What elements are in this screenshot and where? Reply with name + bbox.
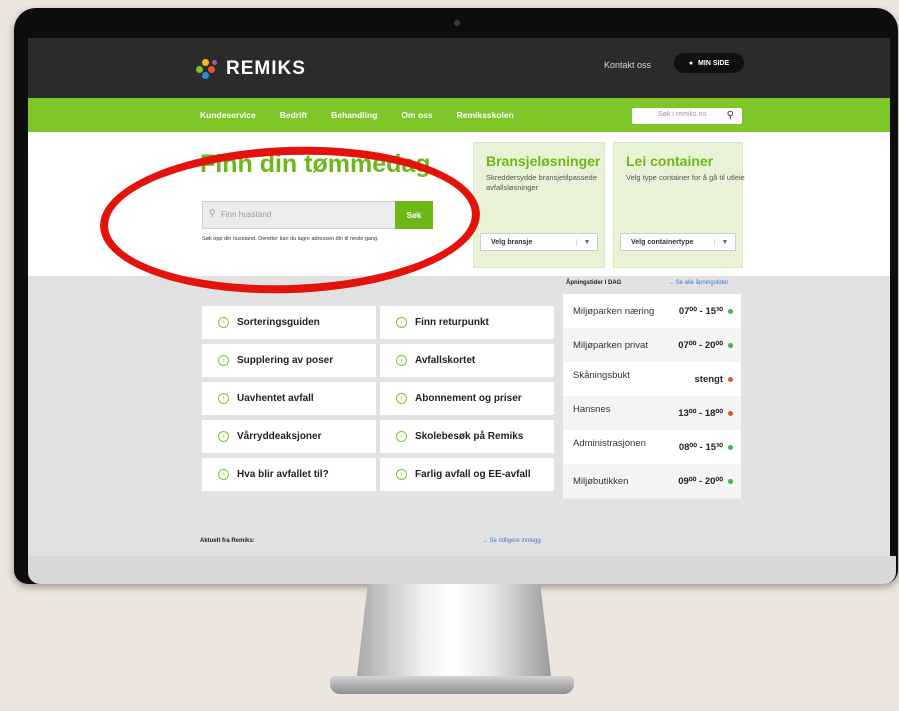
industry-select[interactable]: Velg bransje ▼ — [480, 233, 598, 251]
logo-text: REMIKS — [226, 58, 306, 79]
tile-label: Abonnement og priser — [415, 393, 522, 404]
contact-link[interactable]: Kontakt oss — [604, 60, 651, 70]
older-posts-link[interactable]: → Se tidligere innlegg — [482, 538, 541, 544]
tile-label: Skolebesøk på Remiks — [415, 431, 524, 442]
tile-label: Avfallskortet — [415, 355, 476, 366]
main-content: › Sorteringsguiden › Supplering av poser… — [28, 276, 890, 556]
link-tile[interactable]: › Sorteringsguiden — [202, 306, 376, 339]
tile-label: Farlig avfall og EE-avfall — [415, 469, 531, 480]
location-name: Miljøparken næring — [573, 306, 655, 317]
browser-screen: REMIKS Kontakt oss ● MIN SIDE Kundeservi… — [28, 38, 890, 556]
nav-item-bedrift[interactable]: Bedrift — [280, 110, 307, 120]
location-name: Hansnes — [573, 404, 611, 415]
site-logo[interactable]: REMIKS — [196, 58, 306, 80]
monitor-frame: REMIKS Kontakt oss ● MIN SIDE Kundeservi… — [14, 8, 898, 584]
arrow-circle-icon: › — [396, 355, 407, 366]
tile-label: Vårryddeaksjoner — [237, 431, 322, 442]
opening-time: 07⁰⁰ - 20⁰⁰ — [678, 340, 723, 351]
logo-icon — [196, 58, 220, 80]
card-title: Lei container — [626, 153, 714, 169]
tile-label: Hva blir avfallet til? — [237, 469, 329, 480]
link-tile[interactable]: › Farlig avfall og EE-avfall — [380, 458, 554, 491]
hours-row: Hansnes 13⁰⁰ - 18⁰⁰ — [563, 396, 741, 431]
location-name: Skåningsbukt — [573, 370, 631, 381]
arrow-circle-icon: › — [218, 317, 229, 328]
news-title: Aktuelt fra Remiks: — [200, 538, 255, 544]
container-type-select[interactable]: Velg containertype ▼ — [620, 233, 736, 251]
link-tile[interactable]: › Finn returpunkt — [380, 306, 554, 339]
link-tile[interactable]: › Skolebesøk på Remiks — [380, 420, 554, 453]
all-hours-link[interactable]: → Se alle åpningstider — [668, 280, 728, 286]
nav-item-remiksskolen[interactable]: Remiksskolen — [457, 110, 514, 120]
tile-label: Supplering av poser — [237, 355, 334, 366]
arrow-circle-icon: › — [218, 355, 229, 366]
hours-row: Administrasjonen 08⁰⁰ - 15³⁰ — [563, 430, 741, 465]
monitor-chin — [28, 556, 896, 584]
tile-label: Sorteringsguiden — [237, 317, 320, 328]
monitor-stand — [356, 584, 552, 684]
camera — [454, 20, 460, 26]
container-type-select-value: Velg containertype — [631, 238, 694, 246]
nav-item-behandling[interactable]: Behandling — [331, 110, 377, 120]
arrow-circle-icon: › — [396, 469, 407, 480]
card-title: Bransjeløsninger — [486, 153, 601, 169]
opening-time: 07⁰⁰ - 15³⁰ — [678, 306, 723, 317]
hours-row: Miljøparken næring 07⁰⁰ - 15³⁰ — [563, 294, 741, 329]
search-icon[interactable]: ⚲ — [727, 110, 734, 121]
link-tile[interactable]: › Vårryddeaksjoner — [202, 420, 376, 453]
link-tile[interactable]: › Abonnement og priser — [380, 382, 554, 415]
site-header: REMIKS Kontakt oss ● MIN SIDE — [28, 38, 890, 98]
my-page-label: MIN SIDE — [698, 59, 730, 67]
chevron-down-icon: ▼ — [714, 238, 735, 246]
opening-hours-title: Åpningstider I DAG — [566, 280, 622, 286]
arrow-circle-icon: › — [218, 393, 229, 404]
open-status-dot — [728, 343, 733, 348]
monitor-base — [330, 676, 574, 694]
card-description: Velg type container for å gå til utleie — [626, 173, 745, 182]
closed-status-dot — [728, 377, 733, 382]
link-tile[interactable]: › Uavhentet avfall — [202, 382, 376, 415]
opening-time: 09⁰⁰ - 20⁰⁰ — [678, 476, 723, 487]
chevron-down-icon: ▼ — [576, 238, 597, 246]
location-name: Administrasjonen — [573, 438, 646, 449]
link-tile[interactable]: › Hva blir avfallet til? — [202, 458, 376, 491]
arrow-circle-icon: › — [218, 431, 229, 442]
card-description: Skreddersydde bransjetilpassede avfallsl… — [486, 173, 597, 192]
user-icon: ● — [688, 59, 694, 67]
closed-status-dot — [728, 411, 733, 416]
site-search-placeholder: Søk i remiks.no — [658, 111, 707, 118]
my-page-button[interactable]: ● MIN SIDE — [674, 53, 744, 73]
tile-label: Finn returpunkt — [415, 317, 489, 328]
open-status-dot — [728, 445, 733, 450]
nav-item-kundeservice[interactable]: Kundeservice — [200, 110, 256, 120]
nav-item-om-oss[interactable]: Om oss — [401, 110, 432, 120]
rent-container-card: Lei container Velg type container for å … — [613, 142, 745, 268]
location-name: Miljøparken privat — [573, 340, 648, 351]
hours-row: Skåningsbukt stengt — [563, 362, 741, 397]
opening-time: stengt — [694, 374, 724, 385]
arrow-circle-icon: › — [396, 393, 407, 404]
opening-time: 08⁰⁰ - 15³⁰ — [678, 442, 723, 453]
site-search-input[interactable]: Søk i remiks.no ⚲ — [632, 108, 742, 124]
main-nav: Kundeservice Bedrift Behandling Om oss R… — [28, 98, 890, 132]
hours-row: Miljøparken privat 07⁰⁰ - 20⁰⁰ — [563, 328, 741, 363]
link-tile[interactable]: › Supplering av poser — [202, 344, 376, 377]
opening-time: 13⁰⁰ - 18⁰⁰ — [678, 408, 723, 419]
arrow-circle-icon: › — [396, 431, 407, 442]
hours-row: Miljøbutikken 09⁰⁰ - 20⁰⁰ — [563, 464, 741, 499]
arrow-circle-icon: › — [396, 317, 407, 328]
location-name: Miljøbutikken — [573, 476, 629, 487]
open-status-dot — [728, 309, 733, 314]
industry-select-value: Velg bransje — [491, 238, 533, 246]
tile-label: Uavhentet avfall — [237, 393, 314, 404]
arrow-circle-icon: › — [218, 469, 229, 480]
industry-solutions-card: Bransjeløsninger Skreddersydde bransjeti… — [473, 142, 605, 268]
link-tile[interactable]: › Avfallskortet — [380, 344, 554, 377]
open-status-dot — [728, 479, 733, 484]
